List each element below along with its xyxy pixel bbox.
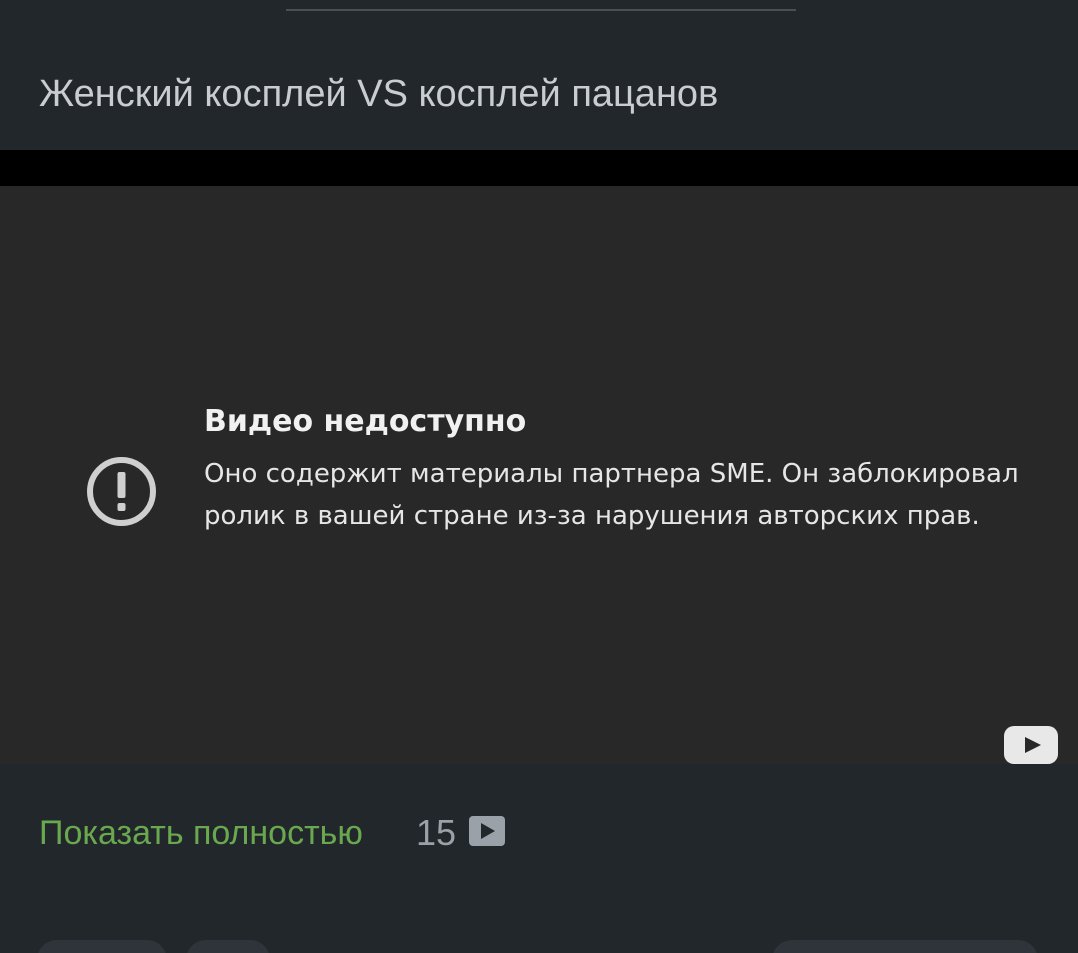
exclamation-circle-icon	[87, 457, 156, 526]
youtube-logo-icon[interactable]	[1004, 726, 1058, 764]
action-chip[interactable]	[37, 940, 167, 953]
video-count: 15	[416, 812, 457, 853]
action-chip[interactable]	[186, 940, 270, 953]
video-player-top-bar	[0, 150, 1078, 186]
video-error-message: Оно содержит материалы партнера SME. Он …	[204, 459, 1019, 531]
play-icon	[469, 816, 505, 846]
post-page: Женский косплей VS косплей пацанов Видео…	[0, 0, 1078, 953]
action-chip[interactable]	[772, 940, 1038, 953]
show-more-link[interactable]: Показать полностью	[39, 813, 363, 853]
video-error-heading: Видео недоступно	[204, 404, 527, 439]
post-footer	[0, 764, 1078, 953]
post-title: Женский косплей VS косплей пацанов	[39, 73, 719, 115]
top-divider	[286, 9, 796, 11]
